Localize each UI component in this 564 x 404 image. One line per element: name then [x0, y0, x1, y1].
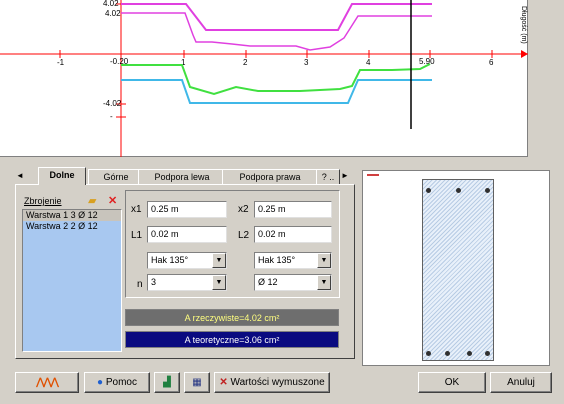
section-marker: [367, 174, 379, 176]
chevron-down-icon[interactable]: ▼: [212, 275, 226, 290]
l2-label: L2: [238, 230, 250, 241]
chevron-down-icon[interactable]: ▼: [317, 253, 331, 268]
delete-icon[interactable]: ✕: [108, 194, 117, 207]
cross-section-view: [362, 170, 550, 366]
required-values-label: Wartości wymuszone: [230, 377, 325, 389]
y-tick-label: -: [110, 112, 113, 121]
reinforcement-list[interactable]: Warstwa 1 3 Ø 12 Warstwa 2 2 Ø 12: [22, 209, 122, 352]
chart-tool-button[interactable]: ▟: [154, 372, 180, 393]
reinforcement-chart: -1 -0.20 1 2 3 4 5.90 6 4.02 4.02 -4.02 …: [0, 0, 528, 157]
rebar-dot: [426, 351, 431, 356]
rebar-dot: [445, 351, 450, 356]
hook-right-select[interactable]: Hak 135° ▼: [254, 252, 332, 269]
n-label: n: [137, 279, 143, 290]
wave-button[interactable]: ⋀⋀⋀: [15, 372, 79, 393]
y-axis-label: Długość (m): [520, 6, 527, 44]
rebar-dot: [485, 188, 490, 193]
folder-icon[interactable]: ▰: [88, 194, 96, 207]
rebar-dot: [485, 351, 490, 356]
help-button[interactable]: ● Pomoc: [84, 372, 150, 393]
wave-icon: ⋀⋀⋀: [36, 377, 59, 388]
help-icon: ●: [97, 377, 104, 388]
tab-dolne[interactable]: Dolne: [38, 167, 86, 185]
x-tick-label: 2: [243, 58, 248, 67]
x2-input[interactable]: 0.25 m: [254, 201, 332, 218]
x1-label: x1: [131, 204, 142, 215]
tab-podpora-prawa[interactable]: Podpora prawa: [222, 169, 318, 184]
actual-area-bar: A rzeczywiste=4.02 cm²: [125, 309, 339, 326]
count-value: 3: [151, 277, 157, 287]
chart-svg: -1 -0.20 1 2 3 4 5.90 6 4.02 4.02 -4.02 …: [0, 0, 528, 157]
theoretical-area-bar: A teoretyczne=3.06 cm²: [125, 331, 339, 348]
calculator-button[interactable]: ▦: [184, 372, 210, 393]
hook-right-value: Hak 135°: [258, 255, 296, 265]
x-tick-label: 3: [304, 58, 309, 67]
x-tick-label: -1: [57, 58, 65, 67]
x-tick-label: 4: [366, 58, 371, 67]
cross-icon: ✕: [219, 377, 228, 388]
list-item[interactable]: Warstwa 2 2 Ø 12: [23, 221, 121, 232]
diameter-select[interactable]: Ø 12 ▼: [254, 274, 332, 291]
tab-podpora-lewa[interactable]: Podpora lewa: [138, 169, 226, 184]
upper-envelope-line: [121, 3, 432, 31]
list-item[interactable]: Warstwa 1 3 Ø 12: [23, 210, 121, 221]
hook-left-select[interactable]: Hak 135° ▼: [147, 252, 227, 269]
list-header: Zbrojenie: [24, 196, 62, 206]
l1-input[interactable]: 0.02 m: [147, 226, 227, 243]
cancel-button[interactable]: Anuluj: [490, 372, 552, 393]
x-axis-arrow: [521, 50, 528, 58]
chart-icon: ▟: [163, 377, 171, 388]
diameter-value: Ø 12: [258, 277, 278, 287]
rebar-dot: [456, 188, 461, 193]
required-values-button[interactable]: ✕ Wartości wymuszone: [214, 372, 330, 393]
tab-strip: Dolne Górne Podpora lewa Podpora prawa ?…: [10, 167, 350, 185]
chevron-down-icon[interactable]: ▼: [212, 253, 226, 268]
chevron-down-icon[interactable]: ▼: [317, 275, 331, 290]
ok-button[interactable]: OK: [418, 372, 486, 393]
tab-gorne[interactable]: Górne: [88, 169, 144, 184]
y-tick-label: 4.02: [103, 0, 119, 8]
count-select[interactable]: 3 ▼: [147, 274, 227, 291]
upper-reinforcement-line: [121, 12, 432, 51]
x-tick-label: 6: [489, 58, 494, 67]
l1-label: L1: [131, 230, 143, 241]
x2-label: x2: [238, 204, 249, 215]
hook-left-value: Hak 135°: [151, 255, 189, 265]
reinforcement-dialog: -1 -0.20 1 2 3 4 5.90 6 4.02 4.02 -4.02 …: [0, 0, 564, 404]
y-tick-label: 4.02: [105, 9, 121, 18]
l2-input[interactable]: 0.02 m: [254, 226, 332, 243]
rebar-dot: [467, 351, 472, 356]
help-button-label: Pomoc: [105, 377, 137, 389]
chart-side-panel: [528, 0, 564, 157]
y-tick-label: -4.02: [103, 99, 122, 108]
x1-input[interactable]: 0.25 m: [147, 201, 227, 218]
calculator-icon: ▦: [192, 377, 202, 388]
rebar-dot: [426, 188, 431, 193]
section-hatch: [422, 179, 494, 361]
tab-more[interactable]: ? ..: [316, 169, 340, 184]
